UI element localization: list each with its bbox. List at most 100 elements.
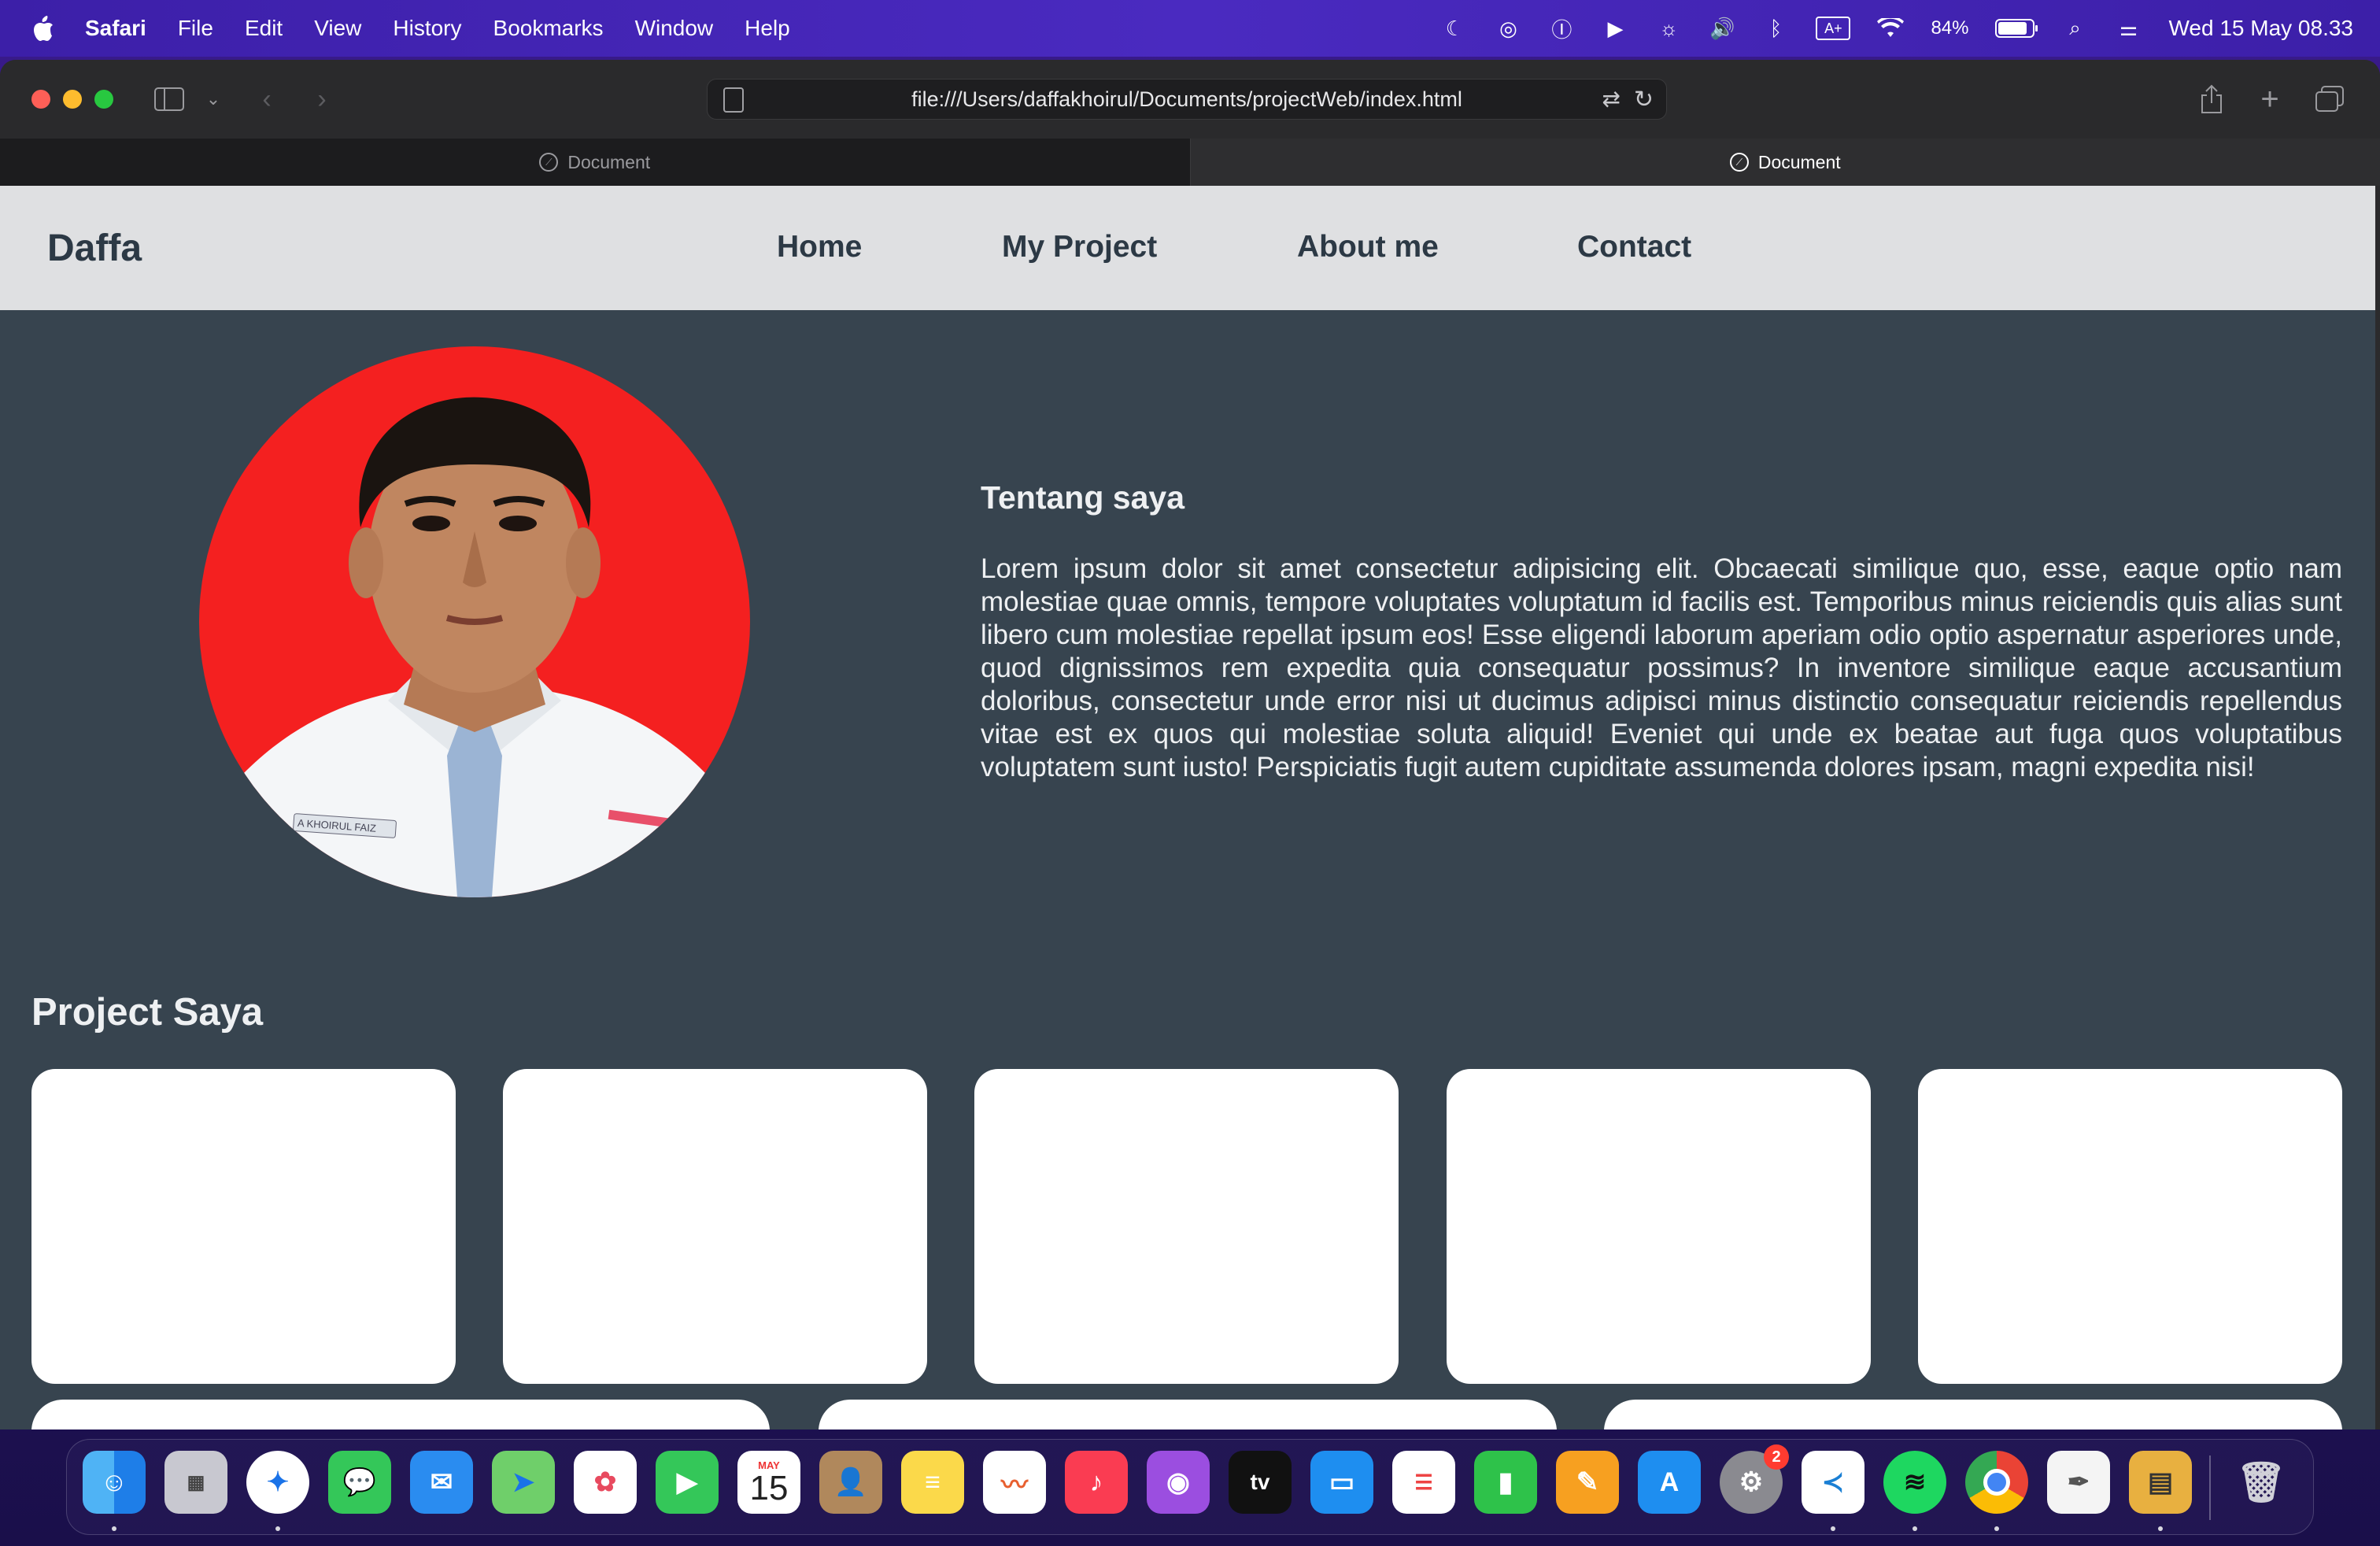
browser-toolbar: ⌄ ‹ › file:///Users/daffakhoirul/Documen… bbox=[0, 60, 2380, 139]
project-card[interactable] bbox=[1447, 1069, 1871, 1384]
menu-help[interactable]: Help bbox=[745, 16, 790, 41]
launchpad-icon[interactable]: ▦ bbox=[164, 1451, 227, 1514]
apple-icon[interactable] bbox=[31, 15, 55, 42]
project-card[interactable] bbox=[974, 1069, 1399, 1384]
running-indicator bbox=[1831, 1526, 1835, 1531]
project-card[interactable] bbox=[31, 1069, 456, 1384]
numbers-icon[interactable]: ▮ bbox=[1474, 1451, 1537, 1514]
back-button[interactable]: ‹ bbox=[255, 79, 279, 120]
control-center-icon[interactable]: ⚌ bbox=[2115, 17, 2142, 40]
notes-icon[interactable]: ≡ bbox=[901, 1451, 964, 1514]
address-bar[interactable]: file:///Users/daffakhoirul/Documents/pro… bbox=[707, 79, 1667, 120]
running-indicator bbox=[275, 1526, 280, 1531]
menu-history[interactable]: History bbox=[393, 16, 461, 41]
tab-label: Document bbox=[567, 151, 651, 172]
appletv-icon[interactable]: tv bbox=[1229, 1451, 1292, 1514]
status-area: ☾ ◎ Ⓘ ▶ ☼ 🔊 ᛒ A+ 84% ⌕ ⚌ Wed 15 May 08.3… bbox=[1441, 0, 2353, 57]
project-card-wide[interactable] bbox=[1604, 1400, 2342, 1429]
freeform-icon[interactable]: 〰 bbox=[983, 1451, 1046, 1514]
photos-icon[interactable]: ✿ bbox=[574, 1451, 637, 1514]
tab-overview-icon[interactable] bbox=[2312, 79, 2347, 120]
menu-view[interactable]: View bbox=[314, 16, 361, 41]
tab-document-2[interactable]: ⟋ Document bbox=[1190, 139, 2380, 186]
minimize-window-button[interactable] bbox=[63, 90, 82, 109]
project-card-wide[interactable] bbox=[819, 1400, 1557, 1429]
dock: ☺ ▦ ✦ 💬 ✉ ➤ ✿ ▶ MAY 15 👤 ≡ 〰 ♪ ◉ tv ▭ ☰ … bbox=[66, 1439, 2314, 1535]
share-icon[interactable] bbox=[2196, 79, 2227, 120]
profile-portrait-illustration: A KHOIRUL FAIZ bbox=[231, 397, 719, 897]
pages-icon[interactable]: ✎ bbox=[1556, 1451, 1619, 1514]
compass-icon: ⟋ bbox=[539, 153, 559, 172]
running-indicator bbox=[2158, 1526, 2163, 1531]
translate-icon[interactable]: ⇄ bbox=[1602, 86, 1621, 112]
tab-document-1[interactable]: ⟋ Document bbox=[0, 139, 1191, 186]
safari-icon[interactable]: ✦ bbox=[246, 1451, 309, 1514]
bluetooth-icon[interactable]: ᛒ bbox=[1762, 17, 1789, 40]
chevron-down-icon[interactable]: ⌄ bbox=[203, 79, 224, 120]
maps-icon[interactable]: ➤ bbox=[492, 1451, 555, 1514]
now-playing-icon[interactable]: ▶ bbox=[1602, 17, 1628, 40]
new-tab-icon[interactable]: + bbox=[2254, 79, 2286, 120]
project-card[interactable] bbox=[503, 1069, 927, 1384]
keynote-icon[interactable]: ▭ bbox=[1310, 1451, 1373, 1514]
mail-icon[interactable]: ✉ bbox=[410, 1451, 473, 1514]
menu-file[interactable]: File bbox=[178, 16, 213, 41]
contacts-icon[interactable]: 👤 bbox=[819, 1451, 882, 1514]
display-icon[interactable]: ☼ bbox=[1655, 17, 1682, 40]
tab-bar: ⟋ Document ⟋ Document bbox=[0, 139, 2380, 186]
reload-icon[interactable]: ↻ bbox=[1634, 86, 1654, 113]
compass-icon: ⟋ bbox=[1729, 153, 1749, 172]
tab-label: Document bbox=[1757, 151, 1841, 172]
messages-icon[interactable]: 💬 bbox=[328, 1451, 391, 1514]
project-card-wide[interactable] bbox=[31, 1400, 770, 1429]
volume-icon[interactable]: 🔊 bbox=[1709, 17, 1735, 40]
calendar-day: 15 bbox=[749, 1468, 789, 1507]
forward-button[interactable]: › bbox=[310, 79, 334, 120]
sidebar-toggle-icon[interactable] bbox=[153, 79, 186, 120]
nav-about-me[interactable]: About me bbox=[1297, 230, 1439, 264]
about-paragraph: Lorem ipsum dolor sit amet consectetur a… bbox=[981, 553, 2342, 782]
close-window-button[interactable] bbox=[31, 90, 50, 109]
appletv-label: tv bbox=[1250, 1470, 1270, 1494]
site-brand[interactable]: Daffa bbox=[47, 227, 142, 270]
appstore-icon[interactable]: A bbox=[1638, 1451, 1701, 1514]
menu-bookmarks[interactable]: Bookmarks bbox=[493, 16, 604, 41]
url-text[interactable]: file:///Users/daffakhoirul/Documents/pro… bbox=[911, 87, 1462, 112]
trash-icon[interactable]: 🗑 bbox=[2230, 1451, 2293, 1514]
facetime-icon[interactable]: ▶ bbox=[656, 1451, 719, 1514]
dock-separator bbox=[2209, 1455, 2211, 1520]
focus-moon-icon[interactable]: ☾ bbox=[1441, 17, 1468, 40]
input-source-icon[interactable]: A+ bbox=[1816, 17, 1851, 40]
spotlight-icon[interactable]: ⌕ bbox=[2061, 16, 2088, 40]
textedit-icon[interactable]: ✒ bbox=[2047, 1451, 2110, 1514]
menu-app-name[interactable]: Safari bbox=[85, 16, 146, 41]
wifi-icon[interactable] bbox=[1877, 17, 1905, 40]
reader-icon[interactable] bbox=[723, 87, 744, 113]
battery-icon[interactable] bbox=[1995, 19, 2038, 38]
finder-icon[interactable]: ☺ bbox=[83, 1451, 146, 1514]
running-indicator bbox=[1994, 1526, 1999, 1531]
battery-percent: 84% bbox=[1931, 17, 1969, 39]
nav-home[interactable]: Home bbox=[777, 230, 862, 264]
clock[interactable]: Wed 15 May 08.33 bbox=[2168, 16, 2353, 41]
system-settings-icon[interactable]: ⚙ 2 bbox=[1720, 1444, 1789, 1514]
music-icon[interactable]: ♪ bbox=[1065, 1451, 1128, 1514]
accessibility-icon[interactable]: Ⓘ bbox=[1548, 17, 1575, 42]
running-indicator bbox=[1913, 1526, 1917, 1531]
project-card[interactable] bbox=[1918, 1069, 2342, 1384]
spotify-icon[interactable]: ≋ bbox=[1883, 1451, 1946, 1514]
archive-utility-icon[interactable]: ▤ bbox=[2129, 1451, 2192, 1514]
projects-title: Project Saya bbox=[31, 991, 264, 1034]
podcasts-icon[interactable]: ◉ bbox=[1147, 1451, 1210, 1514]
airdrop-icon[interactable]: ◎ bbox=[1495, 17, 1521, 40]
chrome-icon[interactable] bbox=[1965, 1451, 2028, 1514]
reminders-icon[interactable]: ☰ bbox=[1392, 1451, 1455, 1514]
menu-bar: Safari File Edit View History Bookmarks … bbox=[0, 0, 2380, 57]
vscode-icon[interactable]: ≺ bbox=[1802, 1451, 1864, 1514]
menu-window[interactable]: Window bbox=[635, 16, 714, 41]
nav-contact[interactable]: Contact bbox=[1577, 230, 1691, 264]
calendar-icon[interactable]: MAY 15 bbox=[737, 1451, 800, 1514]
menu-edit[interactable]: Edit bbox=[245, 16, 283, 41]
nav-my-project[interactable]: My Project bbox=[1002, 230, 1157, 264]
zoom-window-button[interactable] bbox=[94, 90, 113, 109]
